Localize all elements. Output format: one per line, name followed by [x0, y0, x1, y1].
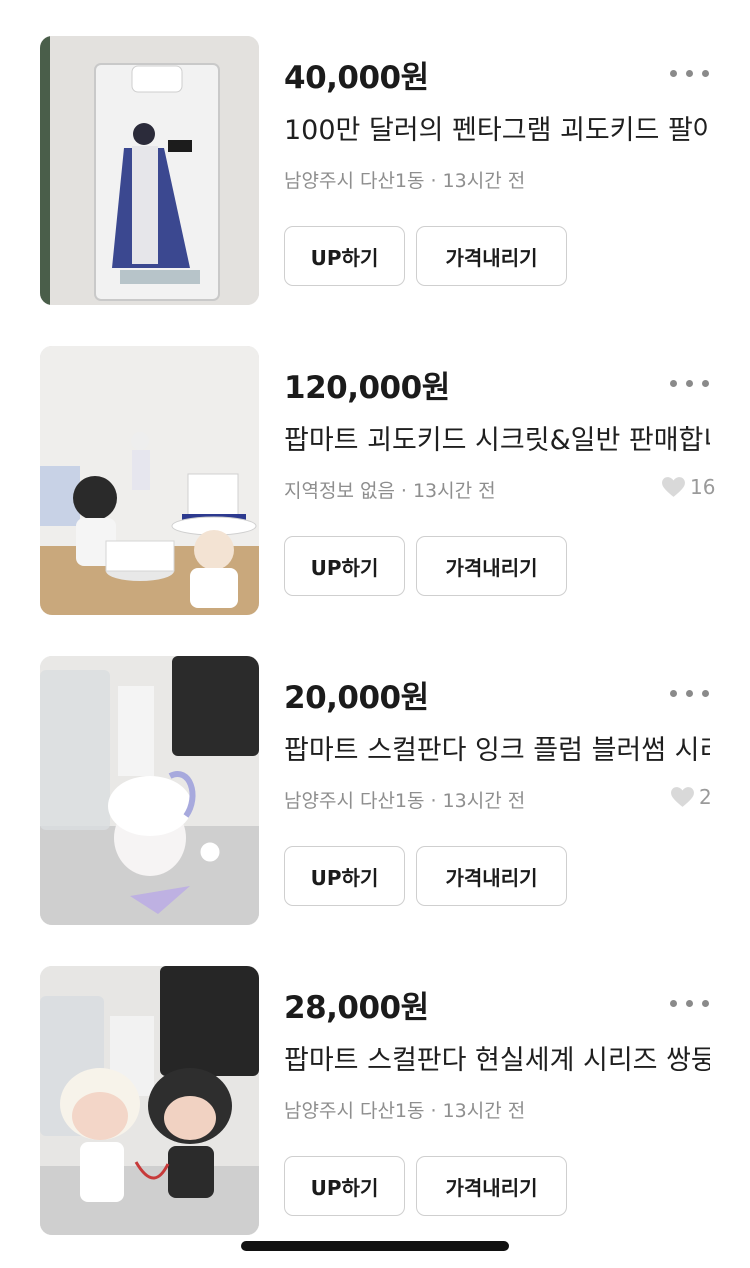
up-button[interactable]: UP하기 [284, 536, 405, 596]
item-title: 100만 달러의 펜타그램 괴도키드 팔아요 [284, 115, 710, 146]
list-item[interactable]: 40,000원 100만 달러의 펜타그램 괴도키드 팔아요 남양주시 다산1동… [0, 0, 750, 310]
twin-figures-image [40, 966, 259, 1235]
item-price: 20,000원 [284, 680, 429, 716]
item-meta: 남양주시 다산1동 · 13시간 전 [284, 1096, 525, 1123]
lower-price-button[interactable]: 가격내리기 [416, 226, 567, 286]
item-location: 남양주시 다산1동 [284, 790, 425, 812]
likes-count: 2 [670, 784, 712, 810]
up-button[interactable]: UP하기 [284, 226, 405, 286]
item-time: 13시간 전 [442, 170, 526, 192]
item-price: 28,000원 [284, 990, 429, 1026]
item-price: 40,000원 [284, 60, 429, 96]
meta-separator: · [400, 480, 407, 502]
meta-separator: · [430, 170, 437, 192]
more-options-icon[interactable] [668, 374, 712, 394]
meta-separator: · [430, 790, 437, 812]
white-figure-image [40, 656, 259, 925]
likes-count: 16 [661, 474, 715, 500]
item-meta: 지역정보 없음 · 13시간 전 [284, 476, 496, 503]
item-title: 팝마트 괴도키드 시크릿&일반 판매합니다 [284, 425, 710, 456]
likes-number: 16 [690, 475, 716, 499]
product-thumbnail[interactable] [40, 966, 259, 1235]
more-options-icon[interactable] [668, 64, 712, 84]
lower-price-button[interactable]: 가격내리기 [416, 846, 567, 906]
more-options-icon[interactable] [668, 994, 712, 1014]
item-title: 팝마트 스컬판다 잉크 플럼 블러썸 시리즈 [284, 735, 710, 766]
item-time: 13시간 전 [442, 790, 526, 812]
product-thumbnail[interactable] [40, 346, 259, 615]
list-item[interactable]: 20,000원 팝마트 스컬판다 잉크 플럼 블러썸 시리즈 남양주시 다산1동… [0, 620, 750, 930]
list-item[interactable]: 120,000원 팝마트 괴도키드 시크릿&일반 판매합니다 지역정보 없음 · 1… [0, 310, 750, 620]
item-location: 지역정보 없음 [284, 480, 395, 502]
item-location: 남양주시 다산1동 [284, 170, 425, 192]
heart-icon [662, 477, 685, 497]
product-thumbnail[interactable] [40, 656, 259, 925]
home-indicator[interactable] [241, 1241, 509, 1251]
item-location: 남양주시 다산1동 [284, 1100, 425, 1122]
lower-price-button[interactable]: 가격내리기 [416, 536, 567, 596]
item-meta: 남양주시 다산1동 · 13시간 전 [284, 166, 525, 193]
product-thumbnail[interactable] [40, 36, 259, 305]
figure-collection-image [40, 346, 259, 615]
item-time: 13시간 전 [412, 480, 496, 502]
likes-number: 2 [699, 785, 712, 809]
heart-icon [671, 787, 694, 807]
meta-separator: · [430, 1100, 437, 1122]
item-time: 13시간 전 [442, 1100, 526, 1122]
lower-price-button[interactable]: 가격내리기 [416, 1156, 567, 1216]
acrylic-stand-image [40, 36, 259, 305]
item-title: 팝마트 스컬판다 현실세계 시리즈 쌍둥이 [284, 1045, 710, 1076]
item-price: 120,000원 [284, 370, 450, 406]
item-meta: 남양주시 다산1동 · 13시간 전 [284, 786, 525, 813]
up-button[interactable]: UP하기 [284, 846, 405, 906]
up-button[interactable]: UP하기 [284, 1156, 405, 1216]
more-options-icon[interactable] [668, 684, 712, 704]
list-item[interactable]: 28,000원 팝마트 스컬판다 현실세계 시리즈 쌍둥이 남양주시 다산1동 ·… [0, 930, 750, 1240]
sales-list: 40,000원 100만 달러의 펜타그램 괴도키드 팔아요 남양주시 다산1동… [0, 0, 750, 1268]
